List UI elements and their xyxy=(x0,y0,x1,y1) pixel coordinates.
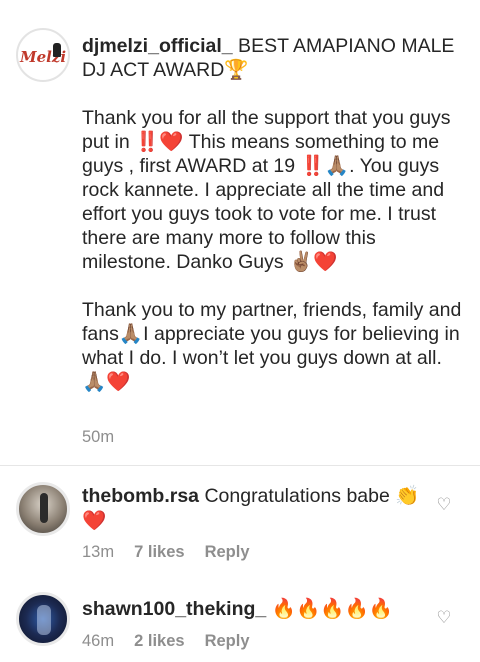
caption-timestamp: 50m xyxy=(82,428,115,446)
comment-text: 🔥🔥🔥🔥🔥 xyxy=(266,598,394,620)
comment-timestamp: 13m xyxy=(82,543,115,561)
heart-outline-icon[interactable]: ♡ xyxy=(434,495,454,515)
comment-username[interactable]: shawn100_theking_ xyxy=(82,598,266,620)
comment-meta: 46m 2 likes Reply xyxy=(82,632,250,651)
avatar[interactable] xyxy=(16,482,70,536)
comment-body: shawn100_theking_ 🔥🔥🔥🔥🔥 xyxy=(82,597,422,622)
caption-meta: 50m xyxy=(82,428,114,447)
comment-meta: 13m 7 likes Reply xyxy=(82,543,250,562)
person-figure-icon xyxy=(37,605,51,635)
person-figure-icon xyxy=(40,493,48,523)
heart-outline-icon[interactable]: ♡ xyxy=(434,608,454,628)
divider xyxy=(0,465,480,466)
caption-username[interactable]: djmelzi_official_ xyxy=(82,35,233,57)
comment-username[interactable]: thebomb.rsa xyxy=(82,485,199,507)
caption-body: djmelzi_official_ BEST AMAPIANO MALE DJ … xyxy=(82,34,462,394)
likes-count-link[interactable]: 2 likes xyxy=(134,632,184,650)
avatar[interactable]: Melzi xyxy=(16,28,70,82)
caption-paragraph-1: Thank you for all the support that you g… xyxy=(82,107,456,273)
caption-paragraph-2: Thank you to my partner, friends, family… xyxy=(82,299,467,393)
avatar[interactable] xyxy=(16,592,70,646)
comment-timestamp: 46m xyxy=(82,632,115,650)
reply-button[interactable]: Reply xyxy=(205,543,250,561)
comment-body: thebomb.rsa Congratulations babe 👏❤️ xyxy=(82,484,422,534)
reply-button[interactable]: Reply xyxy=(205,632,250,650)
logo-figure-icon xyxy=(53,43,61,57)
post-caption: Melzi djmelzi_official_ BEST AMAPIANO MA… xyxy=(0,0,480,466)
likes-count-link[interactable]: 7 likes xyxy=(134,543,184,561)
